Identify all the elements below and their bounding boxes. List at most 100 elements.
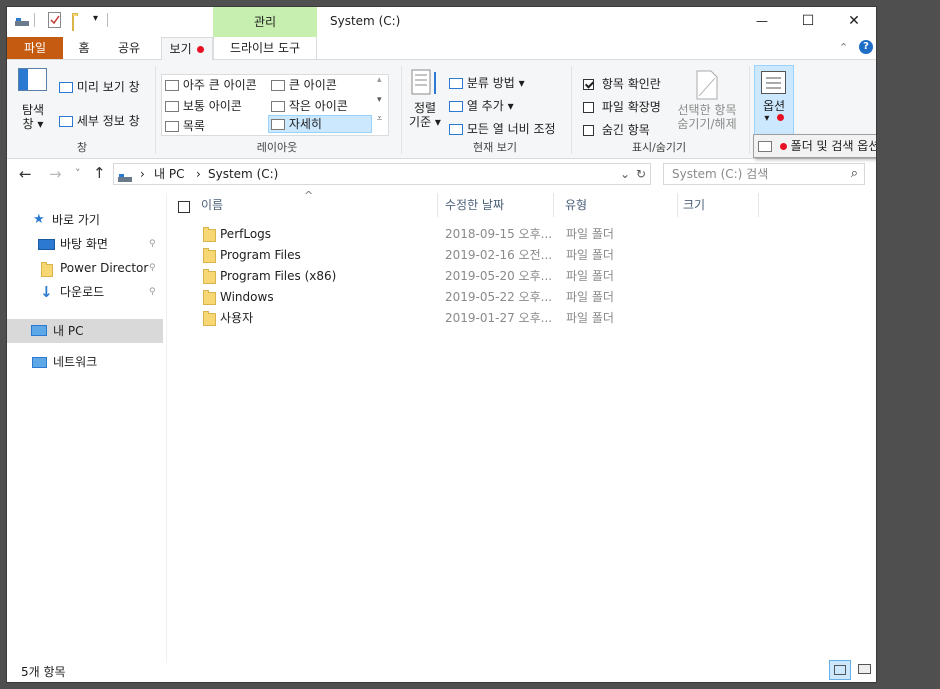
options-icon [761, 71, 786, 94]
tab-view[interactable]: 보기 [161, 37, 213, 60]
size-columns-button[interactable]: 모든 열 너비 조정 [449, 120, 556, 137]
details-view-toggle[interactable] [829, 660, 851, 680]
options-button[interactable]: 옵션 ▾ [754, 65, 794, 137]
nav-this-pc[interactable]: 내 PC [7, 319, 163, 343]
nav-label: 내 PC [53, 324, 84, 338]
large-icons-label: 큰 아이콘 [288, 78, 337, 92]
layout-list[interactable]: 목록 [165, 117, 205, 134]
marker-dot [197, 46, 205, 53]
help-icon[interactable]: ? [859, 40, 873, 54]
desktop-icon [38, 239, 55, 250]
layout-details[interactable]: 자세히 [268, 115, 372, 133]
close-button[interactable]: ✕ [839, 7, 869, 35]
properties-icon[interactable] [48, 12, 62, 31]
change-folder-options-item[interactable]: 폴더 및 검색 옵션 변경(O) [754, 135, 876, 157]
extra-large-icons-label: 아주 큰 아이콘 [182, 78, 257, 92]
column-header-size[interactable]: 크기 [683, 193, 759, 217]
address-bar[interactable]: › 내 PC › System (C:) ⌄ ↻ [113, 163, 651, 185]
file-date: 2019-05-22 오후... [445, 290, 553, 304]
hidden-items-checkbox[interactable] [583, 125, 594, 136]
nav-label: 바탕 화면 [60, 237, 108, 251]
breadcrumb-this-pc[interactable]: 내 PC [154, 164, 184, 184]
file-row[interactable]: Program Files 2019-02-16 오전... 파일 폴더 [202, 245, 762, 265]
file-name: Program Files [220, 248, 301, 262]
nav-quick-access[interactable]: ★ 바로 가기 [7, 209, 163, 231]
minimize-button[interactable]: — [747, 7, 777, 35]
folder-icon [203, 311, 216, 326]
search-input[interactable]: System (C:) 검색 [672, 164, 768, 184]
change-folder-options-label: 폴더 및 검색 옵션 변경(O) [790, 139, 876, 153]
file-row[interactable]: Program Files (x86) 2019-05-20 오후... 파일 … [202, 266, 762, 286]
file-date: 2019-02-16 오전... [445, 248, 553, 262]
group-divider [155, 66, 156, 154]
file-name: Windows [220, 290, 274, 304]
group-by-button[interactable]: 분류 방법 ▾ [449, 74, 525, 91]
column-header-date[interactable]: 수정한 날짜 [445, 193, 554, 217]
breadcrumb-drive[interactable]: System (C:) [208, 164, 278, 184]
search-box[interactable]: System (C:) 검색 ⌕ [663, 163, 865, 185]
gallery-expand[interactable]: ⩡ [377, 114, 382, 124]
nav-desktop[interactable]: 바탕 화면 ⚲ [7, 233, 163, 255]
navigation-pane-label: 탐색 창 ▾ [21, 103, 45, 131]
breadcrumb-separator[interactable]: › [196, 164, 201, 184]
file-row[interactable]: PerfLogs 2018-09-15 오후... 파일 폴더 [202, 224, 762, 244]
qat-customize-icon[interactable]: ▾ [93, 13, 98, 24]
recent-locations-button[interactable]: ˅ [75, 167, 81, 180]
folder-icon [203, 290, 216, 305]
tab-share[interactable]: 공유 [109, 37, 149, 59]
breadcrumb-separator[interactable]: › [140, 164, 145, 184]
hide-selected-button[interactable]: 선택한 항목 숨기기/해제 [671, 70, 743, 131]
pin-icon[interactable]: ⚲ [149, 233, 156, 255]
file-name: PerfLogs [220, 227, 272, 241]
column-header-type[interactable]: 유형 [565, 193, 678, 217]
context-tab-manage[interactable]: 관리 [213, 7, 317, 37]
back-button[interactable]: ← [19, 165, 32, 183]
gallery-scroll-down[interactable]: ▾ [377, 95, 382, 105]
sort-by-button[interactable]: 정렬 기준 ▾ [408, 68, 442, 129]
forward-button[interactable]: → [49, 165, 62, 183]
details-pane-button[interactable]: 세부 정보 창 [59, 112, 140, 129]
tab-drive-tools[interactable]: 드라이브 도구 [213, 37, 317, 59]
ribbon-collapse-icon[interactable]: ⌃ [839, 41, 848, 54]
tab-file[interactable]: 파일 [7, 37, 63, 59]
address-dropdown-icon[interactable]: ⌄ [620, 164, 630, 184]
list-label: 목록 [182, 119, 205, 133]
drive-icon[interactable] [15, 16, 29, 26]
item-checkboxes-toggle[interactable]: 항목 확인란 [583, 75, 661, 92]
hidden-items-label: 숨긴 항목 [601, 123, 650, 137]
column-header-name[interactable]: 이름 [201, 193, 438, 217]
maximize-button[interactable]: ☐ [793, 7, 823, 35]
nav-network[interactable]: 네트워크 [7, 351, 163, 373]
add-columns-button[interactable]: 열 추가 ▾ [449, 97, 514, 114]
preview-pane-button[interactable]: 미리 보기 창 [59, 78, 140, 95]
options-label: 옵션 [762, 99, 786, 113]
nav-label: 바로 가기 [52, 213, 100, 227]
new-folder-icon[interactable] [72, 15, 74, 31]
hide-selected-icon [696, 70, 718, 100]
hidden-items-toggle[interactable]: 숨긴 항목 [583, 121, 650, 138]
nav-power-director[interactable]: Power Director ⚲ [7, 257, 163, 279]
details-view-icon [271, 119, 285, 130]
nav-downloads[interactable]: ↓ 다운로드 ⚲ [7, 281, 163, 303]
layout-large-icons[interactable]: 큰 아이콘 [271, 76, 337, 93]
layout-extra-large-icons[interactable]: 아주 큰 아이콘 [165, 76, 257, 93]
file-extensions-toggle[interactable]: 파일 확장명 [583, 98, 661, 115]
up-button[interactable]: ↑ [93, 164, 106, 182]
file-date: 2019-01-27 오후... [445, 311, 553, 325]
select-all-checkbox[interactable] [178, 200, 190, 213]
refresh-icon[interactable]: ↻ [636, 164, 646, 184]
layout-small-icons[interactable]: 작은 아이콘 [271, 97, 348, 114]
file-row[interactable]: 사용자 2019-01-27 오후... 파일 폴더 [202, 308, 762, 328]
navigation-pane-button[interactable]: 탐색 창 ▾ [15, 68, 51, 138]
pin-icon[interactable]: ⚲ [149, 257, 156, 279]
gallery-scroll-up[interactable]: ▴ [377, 75, 382, 85]
layout-medium-icons[interactable]: 보통 아이콘 [165, 97, 242, 114]
select-all-checkbox-wrap[interactable] [178, 199, 190, 213]
large-icons-view-toggle[interactable] [855, 660, 875, 680]
tab-home[interactable]: 홈 [67, 37, 101, 59]
pin-icon[interactable]: ⚲ [149, 281, 156, 303]
file-row[interactable]: Windows 2019-05-22 오후... 파일 폴더 [202, 287, 762, 307]
pane-splitter[interactable] [166, 193, 167, 663]
file-extensions-checkbox[interactable] [583, 102, 594, 113]
item-checkboxes-checkbox[interactable] [583, 79, 594, 90]
